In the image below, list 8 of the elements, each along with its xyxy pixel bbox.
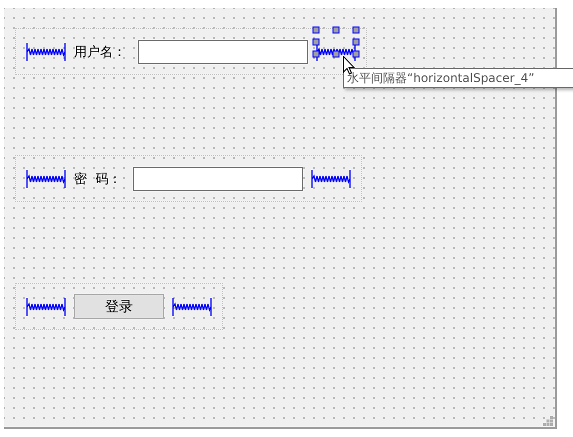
input-field[interactable]: [138, 40, 308, 64]
resize-grip-icon[interactable]: [543, 416, 553, 426]
input-field[interactable]: [133, 166, 304, 190]
field-label: 用户名：: [74, 44, 127, 60]
login-button[interactable]: 登录: [74, 294, 164, 319]
selection-handles[interactable]: [312, 26, 360, 58]
tooltip: 水平间隔器“horizontalSpacer_4”: [343, 68, 573, 88]
field-label: 密 码：: [74, 170, 122, 188]
